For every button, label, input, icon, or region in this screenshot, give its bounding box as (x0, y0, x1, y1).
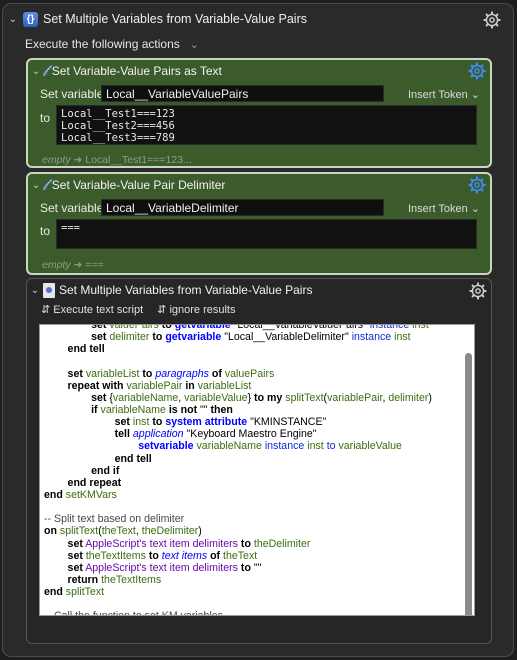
execute-script-popup[interactable]: ⇵ Execute text script (41, 303, 143, 316)
execute-actions-row[interactable]: Execute the following actions ⌄ (25, 37, 199, 51)
empty-preview-text: Local__Test1===123... (85, 154, 192, 166)
macro-panel: ⌄ {} Set Multiple Variables from Variabl… (2, 3, 514, 657)
set-variable-label: Set variable (40, 87, 104, 101)
variable-name-field[interactable]: Local__VariableDelimiter (101, 199, 384, 216)
chevron-down-icon[interactable]: ⌄ (30, 66, 42, 77)
chevron-down-icon[interactable]: ⌄ (29, 285, 41, 296)
action-title: Set Variable-Value Pair Delimiter (51, 178, 226, 192)
macro-title: Set Multiple Variables from Variable-Val… (43, 12, 308, 26)
chevron-down-icon[interactable]: ⌄ (7, 14, 19, 25)
x-variable-icon: 𝓉 (42, 174, 48, 195)
result-handling-popup[interactable]: ⇵ ignore results (157, 303, 235, 316)
gear-icon[interactable] (469, 282, 487, 300)
action-header: ⌄ Set Multiple Variables from Variable-V… (27, 279, 491, 301)
ignore-results-label: ignore results (169, 304, 236, 316)
action-set-variable-value-pairs[interactable]: ⌄ 𝓉 Set Variable-Value Pairs as Text Set… (26, 58, 492, 168)
applescript-icon (43, 282, 55, 298)
script-options-row: ⇵ Execute text script ⇵ ignore results (41, 303, 235, 316)
text-line: Local__Test1===123 (61, 108, 175, 120)
action-title: Set Variable-Value Pairs as Text (51, 64, 222, 78)
empty-preview: empty ➜ Local__Test1===123... (42, 154, 192, 166)
execute-script-label: Execute text script (53, 304, 144, 316)
text-line: Local__Test2===456 (61, 120, 175, 132)
variable-name-field[interactable]: Local__VariableValuePairs (101, 85, 384, 102)
action-title: Set Multiple Variables from Variable-Val… (59, 283, 313, 297)
action-header: ⌄ 𝓉 Set Variable-Value Pairs as Text (28, 60, 490, 82)
group-icon: {} (23, 11, 38, 27)
empty-prefix: empty (42, 154, 71, 166)
insert-token-label: Insert Token (408, 203, 468, 215)
script-editor[interactable]: set valuePairs to getvariable "Local__Va… (39, 324, 475, 616)
script-scrollbar[interactable] (465, 353, 472, 615)
execute-actions-label: Execute the following actions (25, 37, 180, 51)
gear-icon[interactable] (468, 62, 486, 80)
insert-token-menu[interactable]: Insert Token ⌄ (408, 88, 480, 101)
arrow-right-icon: ➜ (73, 259, 83, 271)
to-label: to (40, 111, 51, 125)
action-header: ⌄ 𝓉 Set Variable-Value Pair Delimiter (28, 174, 490, 196)
empty-preview: empty ➜ === (42, 259, 104, 271)
x-variable-icon: 𝓉 (42, 60, 48, 81)
gear-icon[interactable] (468, 176, 486, 194)
arrow-right-icon: ➜ (73, 154, 83, 166)
value-text-field[interactable]: Local__Test1===123 Local__Test2===456 Loca… (56, 105, 477, 145)
script-code[interactable]: set valuePairs to getvariable "Local__Va… (44, 325, 460, 615)
text-line: Local__Test3===789 (61, 132, 175, 144)
chevron-down-icon[interactable]: ⌄ (30, 180, 42, 191)
empty-preview-text: === (85, 259, 104, 271)
chevron-down-icon[interactable]: ⌄ (190, 38, 199, 51)
gear-icon[interactable] (483, 11, 501, 29)
action-set-delimiter[interactable]: ⌄ 𝓉 Set Variable-Value Pair Delimiter Se… (26, 172, 492, 275)
action-execute-script[interactable]: ⌄ Set Multiple Variables from Variable-V… (26, 278, 492, 644)
set-variable-label: Set variable (40, 201, 104, 215)
insert-token-menu[interactable]: Insert Token ⌄ (408, 202, 480, 215)
to-label: to (40, 224, 51, 238)
macro-header: ⌄ {} Set Multiple Variables from Variabl… (3, 4, 513, 34)
empty-prefix: empty (42, 259, 71, 271)
value-text-field[interactable]: === (56, 219, 477, 249)
insert-token-label: Insert Token (408, 89, 468, 101)
